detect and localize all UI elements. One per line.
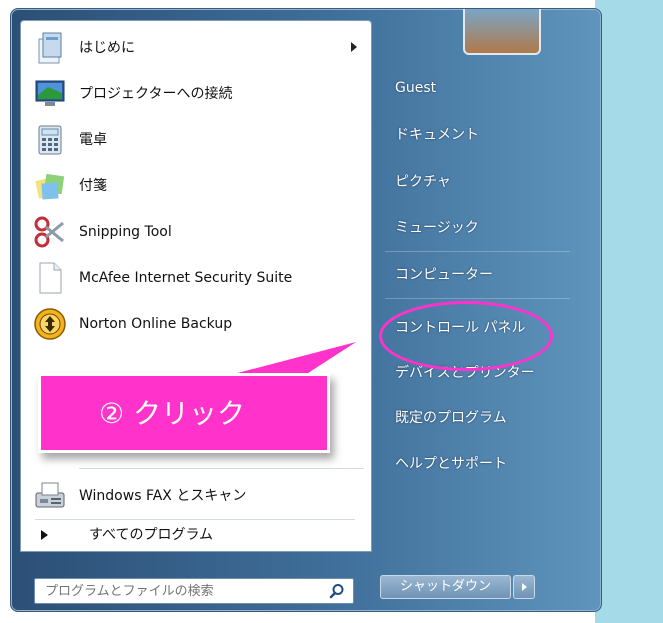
user-picture[interactable] bbox=[463, 9, 541, 55]
search-input[interactable] bbox=[35, 579, 325, 603]
right-item-computer[interactable]: コンピューター bbox=[395, 264, 493, 284]
program-label: Norton Online Backup bbox=[79, 316, 233, 332]
document-icon bbox=[39, 262, 62, 294]
right-item-guest[interactable]: Guest bbox=[395, 80, 436, 96]
scissors-icon bbox=[34, 216, 64, 248]
program-item-projector[interactable]: プロジェクターへの接続 bbox=[21, 71, 371, 117]
right-item-music[interactable]: ミュージック bbox=[395, 217, 479, 237]
search-box[interactable] bbox=[34, 578, 354, 604]
shutdown-button[interactable]: シャットダウン bbox=[380, 575, 511, 599]
arrow-right-icon bbox=[522, 583, 527, 591]
divider bbox=[79, 468, 364, 469]
program-label: プロジェクターへの接続 bbox=[79, 86, 233, 102]
all-programs-button[interactable]: すべてのプログラム bbox=[21, 519, 371, 551]
search-icon[interactable] bbox=[329, 583, 345, 599]
program-label: 付箋 bbox=[79, 178, 107, 194]
program-label: McAfee Internet Security Suite bbox=[79, 270, 293, 286]
program-item-snipping-tool[interactable]: Snipping Tool bbox=[21, 209, 371, 255]
callout-box: ② クリック bbox=[38, 373, 330, 453]
program-item-windows-fax[interactable]: Windows FAX とスキャン bbox=[21, 473, 371, 519]
right-item-help-support[interactable]: ヘルプとサポート bbox=[395, 453, 507, 473]
programs-pane: はじめに プロジェクターへの接続 電卓 付箋 Snipping Tool McA… bbox=[20, 20, 372, 552]
expand-arrow-icon bbox=[41, 530, 48, 540]
program-label: Windows FAX とスキャン bbox=[79, 488, 247, 504]
submenu-arrow-icon[interactable] bbox=[351, 42, 357, 52]
program-item-mcafee[interactable]: McAfee Internet Security Suite bbox=[21, 255, 371, 301]
shutdown-options-button[interactable] bbox=[513, 575, 535, 599]
divider bbox=[385, 298, 570, 299]
program-item-getting-started[interactable]: はじめに bbox=[21, 25, 371, 71]
right-item-documents[interactable]: ドキュメント bbox=[395, 124, 479, 144]
program-label: 電卓 bbox=[79, 132, 107, 148]
fax-icon bbox=[35, 482, 65, 508]
right-item-pictures[interactable]: ピクチャ bbox=[395, 171, 451, 191]
program-item-sticky-notes[interactable]: 付箋 bbox=[21, 163, 371, 209]
callout-text: ② クリック bbox=[99, 397, 246, 430]
highlight-ellipse bbox=[379, 301, 553, 371]
getting-started-icon bbox=[38, 32, 62, 64]
right-item-default-programs[interactable]: 既定のプログラム bbox=[395, 407, 507, 427]
calculator-icon bbox=[38, 125, 62, 155]
norton-icon bbox=[34, 308, 66, 340]
program-label: Snipping Tool bbox=[79, 224, 172, 240]
divider bbox=[385, 251, 570, 252]
all-programs-label: すべてのプログラム bbox=[89, 527, 214, 543]
program-label: はじめに bbox=[79, 40, 135, 56]
projector-icon bbox=[35, 80, 65, 106]
program-item-norton[interactable]: Norton Online Backup bbox=[21, 301, 371, 347]
sticky-notes-icon bbox=[35, 173, 65, 200]
program-item-calculator[interactable]: 電卓 bbox=[21, 117, 371, 163]
desktop-background bbox=[595, 0, 663, 623]
